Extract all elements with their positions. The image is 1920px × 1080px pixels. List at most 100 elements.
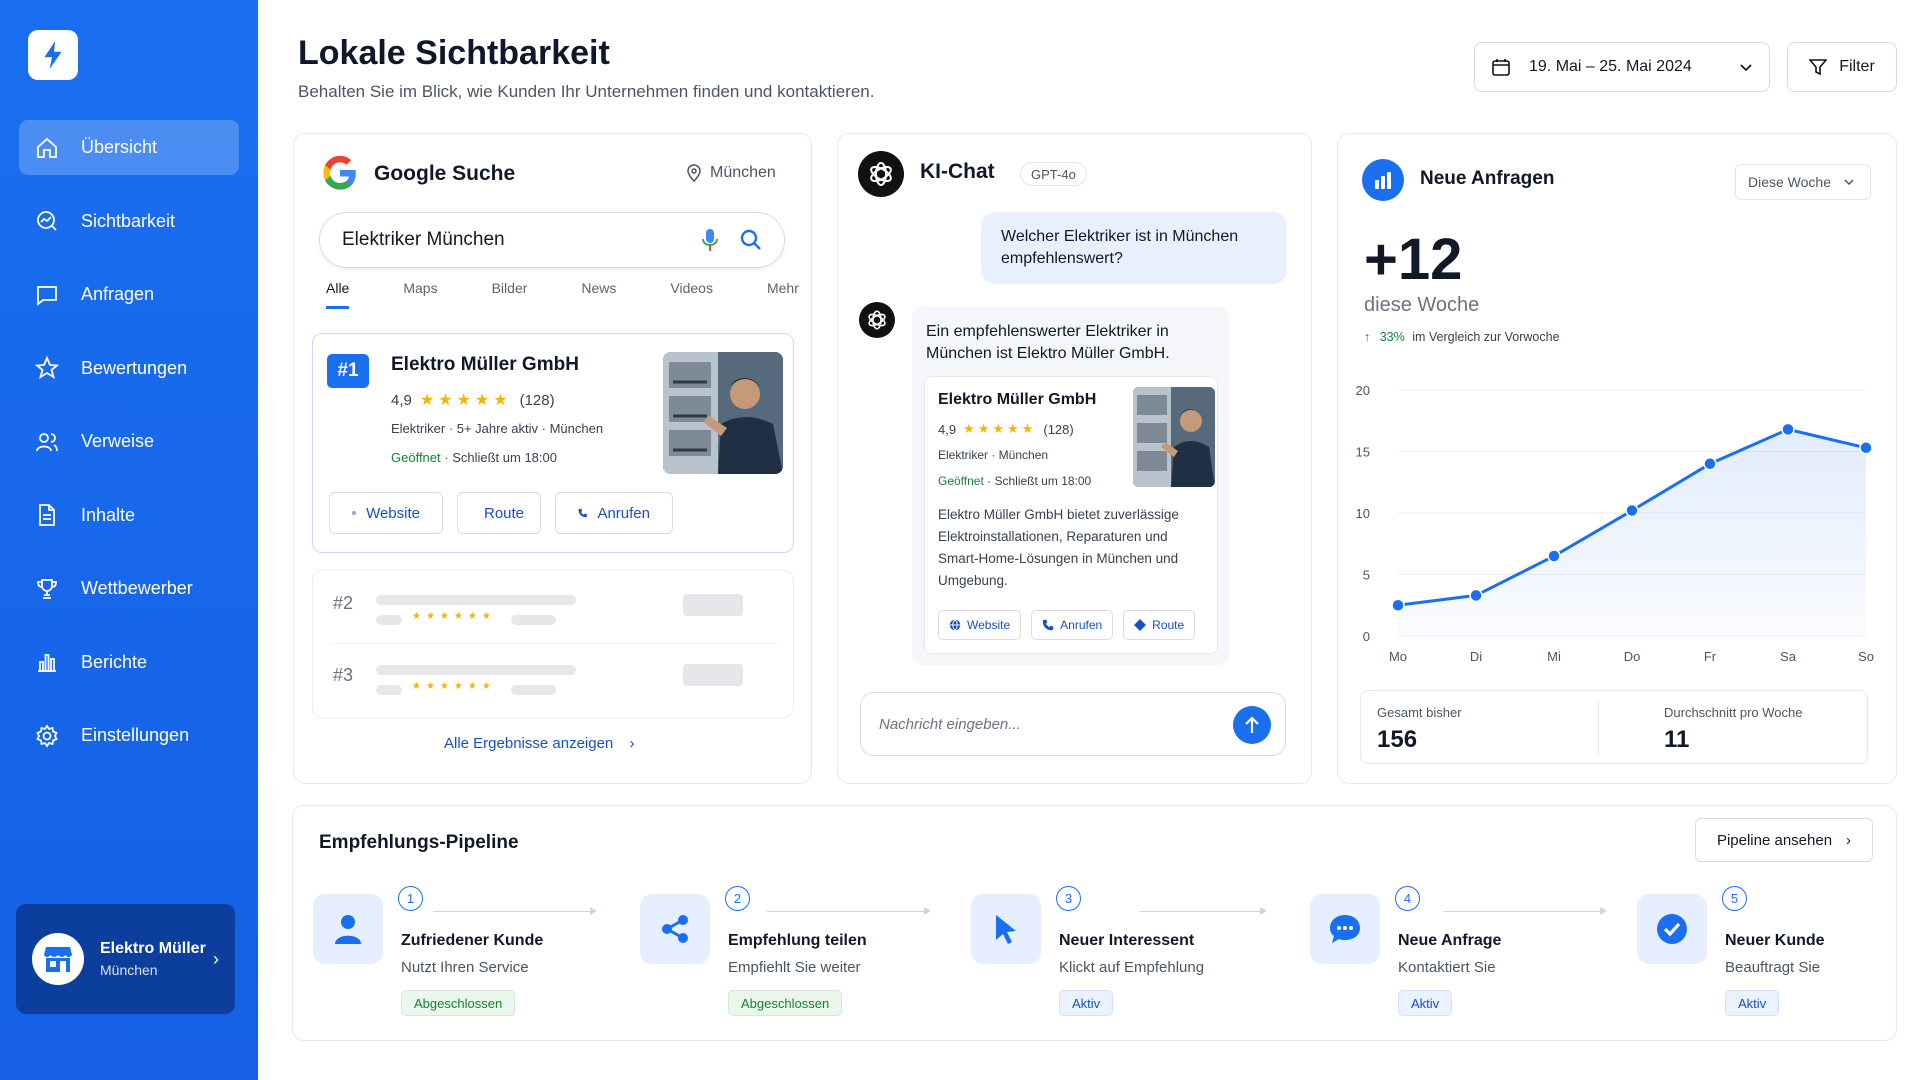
location-label: München	[686, 164, 776, 182]
series-area	[1398, 429, 1866, 636]
requests-title: Neue Anfragen	[1420, 168, 1555, 189]
business-switcher[interactable]: Elektro Müller München ›	[16, 904, 235, 1014]
website-button[interactable]: Website	[938, 610, 1022, 640]
ai-business-actions: Website Anrufen Route	[938, 610, 1196, 640]
openai-avatar-icon	[859, 302, 895, 338]
data-point	[1859, 441, 1873, 455]
rating-value: 4,9	[391, 391, 412, 409]
total-requests: Gesamt bisher 156	[1377, 705, 1462, 754]
data-point	[1469, 588, 1483, 603]
open-status: Geöffnet	[391, 450, 441, 465]
sidebar-item-uebersicht[interactable]: Übersicht	[19, 120, 239, 175]
step-connector	[767, 907, 931, 915]
review-count: (128)	[1043, 421, 1074, 437]
app-logo[interactable]	[28, 30, 78, 80]
search-query: Elektriker München	[342, 229, 505, 250]
data-point	[1547, 549, 1561, 563]
tab-news[interactable]: News	[581, 280, 616, 309]
result-business-name[interactable]: Elektro Müller GmbH	[391, 354, 579, 376]
bar-chart-icon	[33, 648, 61, 676]
search-result-placeholder[interactable]: #2 ★★★★★★	[313, 571, 795, 633]
sidebar-item-verweise[interactable]: Verweise	[19, 414, 239, 469]
average-label: Durchschnitt pro Woche	[1664, 705, 1803, 720]
page-title: Lokale Sichtbarkeit	[298, 34, 610, 72]
view-pipeline-button[interactable]: Pipeline ansehen ›	[1695, 818, 1873, 862]
date-range-picker[interactable]: 19. Mai – 25. Mai 2024	[1474, 42, 1770, 92]
sidebar-item-einstellungen[interactable]: Einstellungen	[19, 708, 239, 763]
call-button[interactable]: Anrufen	[555, 492, 673, 534]
data-point	[1781, 422, 1795, 437]
step-title: Empfehlung teilen	[728, 932, 867, 949]
users-icon	[33, 428, 61, 456]
sidebar-item-anfragen[interactable]: Anfragen	[19, 267, 239, 322]
show-all-label: Alle Ergebnisse anzeigen	[444, 735, 614, 752]
check-circle-icon	[1637, 894, 1707, 964]
sidebar-item-label: Übersicht	[81, 137, 158, 157]
search-result-placeholder[interactable]: #3 ★★★★★★	[313, 643, 795, 705]
bar-chart-icon	[1362, 159, 1404, 201]
chevron-right-icon: ›	[213, 948, 219, 969]
sidebar-item-sichtbarkeit[interactable]: Sichtbarkeit	[19, 194, 239, 249]
step-number: 1	[398, 886, 423, 911]
tab-maps[interactable]: Maps	[403, 280, 437, 309]
sidebar-item-label: Berichte	[81, 651, 148, 672]
ai-business-description: Elektro Müller GmbH bietet zuverlässige …	[938, 507, 1179, 588]
sidebar-item-wettbewerber[interactable]: Wettbewerber	[19, 561, 239, 616]
sidebar-item-bewertungen[interactable]: Bewertungen	[19, 341, 239, 396]
route-label: Route	[483, 504, 525, 522]
y-tick-label: 15	[1356, 445, 1370, 460]
show-all-results-link[interactable]: Alle Ergebnisse anzeigen ›	[444, 735, 634, 752]
gear-icon	[33, 722, 61, 750]
microphone-icon[interactable]	[702, 228, 718, 252]
rating-value: 4,9	[938, 421, 957, 437]
user-message: Welcher Elektriker ist in München empfeh…	[981, 212, 1287, 284]
chevron-right-icon: ›	[629, 735, 635, 752]
placeholder-bar	[376, 595, 576, 605]
placeholder-bar	[511, 685, 556, 695]
filter-button[interactable]: Filter	[1787, 42, 1897, 92]
step-description: Beauftragt Sie	[1725, 959, 1821, 976]
home-icon	[33, 134, 61, 162]
star-icon	[33, 354, 61, 382]
status-badge: Abgeschlossen	[401, 990, 516, 1016]
top-search-result[interactable]: #1 Elektro Müller GmbH 4,9 ★★★★★ (128) E…	[312, 333, 794, 553]
rating-stars: ★★★★★	[963, 421, 1037, 436]
call-label: Anrufen	[1060, 618, 1103, 632]
send-button[interactable]	[1233, 706, 1271, 744]
tab-bilder[interactable]: Bilder	[492, 280, 528, 309]
trend-text: im Vergleich zur Vorwoche	[1412, 330, 1560, 344]
filter-icon	[1809, 59, 1828, 76]
ai-business-hours: Geöffnet · Schließt um 18:00	[938, 474, 1091, 488]
arrow-up-icon	[1245, 716, 1259, 733]
tab-videos[interactable]: Videos	[670, 280, 713, 309]
ai-response: Ein empfehlenswerter Elektriker in Münch…	[912, 306, 1229, 665]
ai-business-rating: 4,9 ★★★★★ (128)	[938, 421, 1074, 437]
date-range-label: 19. Mai – 25. Mai 2024	[1529, 58, 1692, 75]
sidebar-item-berichte[interactable]: Berichte	[19, 635, 239, 690]
route-button[interactable]: Route	[457, 492, 541, 534]
call-button[interactable]: Anrufen	[1031, 610, 1114, 640]
step-connector	[433, 907, 597, 915]
period-select[interactable]: Diese Woche	[1735, 164, 1871, 200]
visibility-chart-icon	[33, 207, 61, 235]
globe-icon	[949, 619, 961, 631]
tab-mehr[interactable]: Mehr	[767, 280, 799, 309]
chat-message-input[interactable]: Nachricht eingeben...	[860, 692, 1286, 756]
y-tick-label: 10	[1356, 506, 1370, 521]
status-badge: Aktiv	[1059, 990, 1114, 1016]
route-button[interactable]: Route	[1123, 610, 1196, 640]
sidebar-item-inhalte[interactable]: Inhalte	[19, 488, 239, 543]
lightning-icon	[44, 41, 62, 69]
google-search-input[interactable]: Elektriker München	[319, 212, 785, 268]
status-badge: Aktiv	[1398, 990, 1453, 1016]
website-button[interactable]: Website	[329, 492, 443, 534]
ai-business-card[interactable]: Elektro Müller GmbH 4,9 ★★★★★ (128) Elek…	[924, 376, 1218, 654]
chevron-down-icon	[1740, 64, 1752, 72]
ai-business-meta: Elektriker · München	[938, 448, 1049, 462]
tab-alle[interactable]: Alle	[326, 280, 350, 309]
x-tick-label: Sa	[1780, 649, 1797, 664]
search-icon[interactable]	[740, 229, 762, 251]
ai-response-text: Ein empfehlenswerter Elektriker in Münch…	[926, 323, 1170, 362]
sidebar-item-label: Sichtbarkeit	[81, 210, 176, 231]
close-time: · Schließt um 18:00	[987, 474, 1092, 488]
